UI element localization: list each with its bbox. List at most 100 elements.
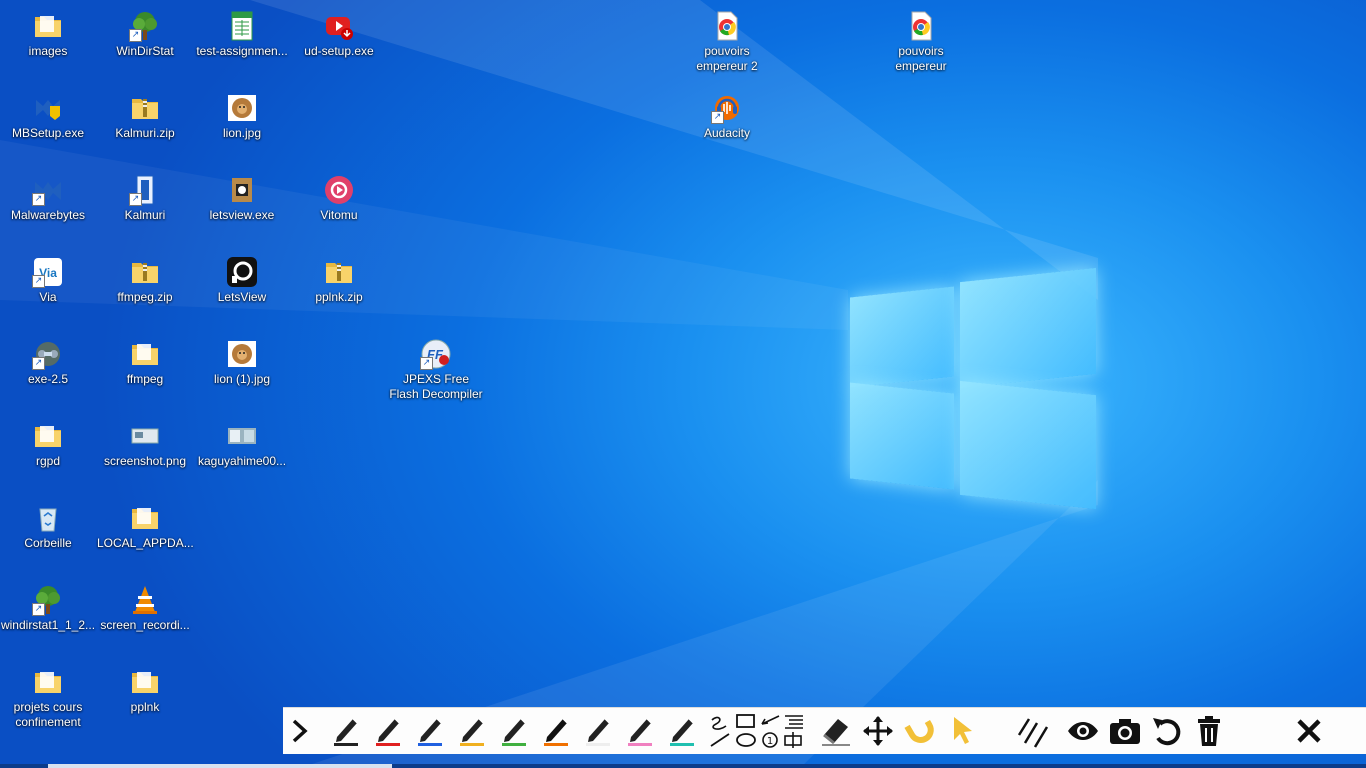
desktop-icon-screenshot-png[interactable]: screenshot.png (97, 412, 193, 492)
desktop-icon-malwarebytes[interactable]: ↗ Malwarebytes (0, 166, 96, 246)
desktop-icon-via[interactable]: Via ↗ Via (0, 248, 96, 328)
eraser-tool[interactable] (817, 711, 855, 751)
pen-tool-4[interactable] (453, 711, 491, 751)
desktop[interactable]: images ↗ WinDirStat test-assignmen... ud-set… (0, 0, 1366, 768)
magnet-tool[interactable] (899, 711, 939, 751)
chrome-doc-icon (711, 10, 743, 42)
desktop-icon-exe-2-5[interactable]: ↗ exe-2.5 (0, 330, 96, 410)
png-icon (129, 420, 161, 452)
desktop-icon-ffmpeg[interactable]: ffmpeg (97, 330, 193, 410)
desktop-icon-kalmuri[interactable]: ↗ Kalmuri (97, 166, 193, 246)
shortcut-arrow-icon: ↗ (129, 29, 142, 42)
desktop-icon-vitomu[interactable]: Vitomu (291, 166, 387, 246)
folder-icon (129, 338, 161, 370)
pen-tool-3[interactable] (411, 711, 449, 751)
desktop-icon-label: WinDirStat (116, 44, 174, 58)
shortcut-arrow-icon: ↗ (711, 111, 724, 124)
desktop-icon-windirstat[interactable]: ↗ WinDirStat (97, 2, 193, 82)
desktop-icon-label: ffmpeg.zip (117, 290, 173, 304)
pointer-tool[interactable] (943, 711, 983, 751)
desktop-icon-audacity[interactable]: ↗ Audacity (679, 84, 775, 164)
eye-icon[interactable] (1063, 711, 1103, 751)
desktop-icon-kalmuri-zip[interactable]: Kalmuri.zip (97, 84, 193, 164)
folder-icon (129, 502, 161, 534)
shortcut-arrow-icon: ↗ (32, 275, 45, 288)
shortcut-arrow-icon: ↗ (420, 357, 433, 370)
desktop-icon-letsview[interactable]: LetsView (194, 248, 290, 328)
desktop-icon-label: lion.jpg (222, 126, 262, 140)
desktop-icon-images[interactable]: images (0, 2, 96, 82)
audacity-icon: ↗ (711, 92, 743, 124)
desktop-icon-label: Via (39, 290, 57, 304)
desktop-icon-label: windirstat1_1_2... (0, 618, 96, 632)
desktop-icon-screen-recordi[interactable]: screen_recordi... (97, 576, 193, 656)
folder-icon (32, 420, 64, 452)
move-tool[interactable] (859, 711, 897, 751)
camera-icon[interactable] (1105, 711, 1145, 751)
multi-line-tool[interactable] (1013, 711, 1053, 751)
pen-tool-1[interactable] (327, 711, 365, 751)
desktop-icon-pouvoirs-empereur-2[interactable]: pouvoirs empereur 2 (679, 2, 775, 82)
shortcut-arrow-icon: ↗ (32, 193, 45, 206)
desktop-icon-lion-1-jpg[interactable]: lion (1).jpg (194, 330, 290, 410)
pen-tool-6[interactable] (537, 711, 575, 751)
youtube-icon (323, 10, 355, 42)
taskbar-edge (0, 764, 1366, 768)
photo-icon (226, 420, 258, 452)
desktop-icon-label: Kalmuri.zip (115, 126, 175, 140)
desktop-icon-kaguyahime00[interactable]: kaguyahime00... (194, 412, 290, 492)
desktop-icon-test-assignmen[interactable]: test-assignmen... (194, 2, 290, 82)
desktop-icon-windirstat1-1-2[interactable]: ↗ windirstat1_1_2... (0, 576, 96, 656)
desktop-icon-label: MBSetup.exe (11, 126, 85, 140)
windirstat-icon: ↗ (129, 10, 161, 42)
desktop-icon-label: test-assignmen... (196, 44, 288, 58)
desktop-icon-label: projets cours confinement (13, 700, 83, 729)
zip-icon (129, 92, 161, 124)
desktop-icon-label: pplnk.zip (315, 290, 363, 304)
exe-icon: ↗ (32, 338, 64, 370)
desktop-icon-label: kaguyahime00... (197, 454, 287, 468)
malwarebytes-setup-icon (32, 92, 64, 124)
zip-icon (323, 256, 355, 288)
desktop-icon-projets-cours-confinement[interactable]: projets cours confinement (0, 658, 96, 738)
vitomu-icon (323, 174, 355, 206)
desktop-icon-pplnk-zip[interactable]: pplnk.zip (291, 248, 387, 328)
desktop-icon-ffmpeg-zip[interactable]: ffmpeg.zip (97, 248, 193, 328)
desktop-icon-label: exe-2.5 (27, 372, 69, 386)
desktop-icon-label: pouvoirs empereur (895, 44, 947, 73)
desktop-icon-label: JPEXS Free Flash Decompiler (389, 372, 483, 401)
zip-icon (129, 256, 161, 288)
folder-icon (32, 10, 64, 42)
pen-tool-7[interactable] (579, 711, 617, 751)
desktop-icon-label: screenshot.png (103, 454, 187, 468)
desktop-icon-letsview-exe[interactable]: letsview.exe (194, 166, 290, 246)
image-icon (226, 92, 258, 124)
desktop-icon-jpexs-free-flash-decompiler[interactable]: FF ↗ JPEXS Free Flash Decompiler (388, 330, 484, 410)
arrow-number-tool[interactable]: 1 (757, 711, 783, 751)
pen-tool-2[interactable] (369, 711, 407, 751)
windows-logo (848, 258, 1098, 510)
close-icon[interactable] (1287, 711, 1331, 751)
rectangle-ellipse-tool[interactable] (733, 711, 759, 751)
recycle-bin-icon (32, 502, 64, 534)
desktop-icon-pplnk[interactable]: pplnk (97, 658, 193, 738)
desktop-icon-pouvoirs-empereur[interactable]: pouvoirs empereur (873, 2, 969, 82)
pen-tool-5[interactable] (495, 711, 533, 751)
desktop-icon-ud-setup-exe[interactable]: ud-setup.exe (291, 2, 387, 82)
desktop-icon-mbsetup-exe[interactable]: MBSetup.exe (0, 84, 96, 164)
desktop-icon-label: Audacity (703, 126, 751, 140)
vlc-icon (129, 584, 161, 616)
desktop-icon-lion-jpg[interactable]: lion.jpg (194, 84, 290, 164)
desktop-icon-corbeille[interactable]: Corbeille (0, 494, 96, 574)
desktop-icon-label: screen_recordi... (100, 618, 190, 632)
desktop-icon-rgpd[interactable]: rgpd (0, 412, 96, 492)
trash-icon[interactable] (1189, 711, 1229, 751)
undo-icon[interactable] (1147, 711, 1187, 751)
freehand-line-tool[interactable] (707, 711, 733, 751)
pen-tool-8[interactable] (621, 711, 659, 751)
text-select-tool[interactable] (781, 711, 807, 751)
collapse-toolbar-button[interactable] (285, 711, 315, 751)
spreadsheet-icon (226, 10, 258, 42)
pen-tool-9[interactable] (663, 711, 701, 751)
desktop-icon-local-appda[interactable]: LOCAL_APPDA... (97, 494, 194, 574)
